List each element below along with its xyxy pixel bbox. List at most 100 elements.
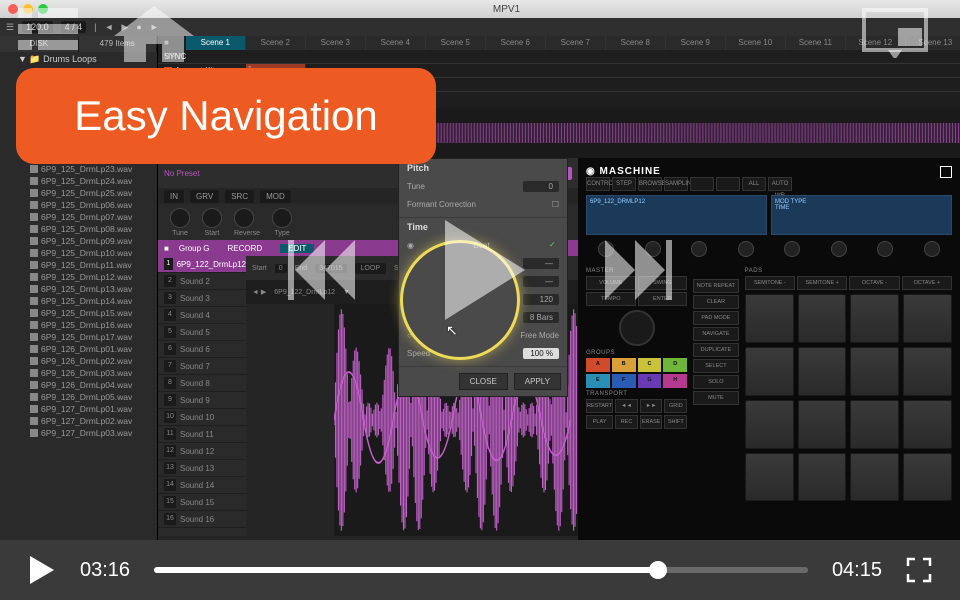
hw-pad[interactable] [798, 294, 847, 343]
file-row[interactable]: 6P9_126_DrmLp01.wav [0, 343, 157, 355]
file-row[interactable]: 6P9_125_DrmLp11.wav [0, 259, 157, 271]
sound-row[interactable]: 2Sound 2 [158, 273, 246, 290]
hw-mid-btn[interactable]: MUTE [693, 391, 739, 405]
file-row[interactable]: 6P9_125_DrmLp23.wav [0, 163, 157, 175]
sound-row[interactable]: 7Sound 7 [158, 358, 246, 375]
hw-pad[interactable] [798, 453, 847, 502]
file-row[interactable]: 6P9_125_DrmLp08.wav [0, 223, 157, 235]
hw-top-btn[interactable] [690, 177, 714, 191]
file-row[interactable]: 6P9_126_DrmLp02.wav [0, 355, 157, 367]
close-button[interactable]: CLOSE [459, 373, 508, 390]
file-row[interactable]: 6P9_125_DrmLp24.wav [0, 175, 157, 187]
hw-pad[interactable] [745, 294, 794, 343]
hw-knob[interactable] [924, 241, 940, 257]
hw-mid-btn[interactable]: CLEAR [693, 295, 739, 309]
hw-top-btn[interactable]: STEP [612, 177, 636, 191]
speed-value[interactable]: 100 % [523, 348, 559, 359]
tab-grv[interactable]: GRV [190, 190, 219, 203]
hw-top-btn[interactable]: AUTO WR [768, 177, 792, 191]
file-row[interactable]: 6P9_125_DrmLp12.wav [0, 271, 157, 283]
sound-row[interactable]: 4Sound 4 [158, 307, 246, 324]
progress-thumb[interactable] [649, 561, 667, 579]
play-button[interactable] [28, 554, 56, 586]
hw-top-btn[interactable]: CONTROL [586, 177, 610, 191]
fullscreen-button[interactable] [906, 557, 932, 583]
knob-start[interactable]: Start [202, 208, 222, 237]
hw-transport-btn[interactable]: ◄◄ [615, 399, 638, 413]
sound-row[interactable]: 16P9_122_DrmLp12 [158, 256, 246, 273]
hw-mid-btn[interactable]: SOLO [693, 375, 739, 389]
apply-button[interactable]: APPLY [514, 373, 561, 390]
sound-row[interactable]: 11Sound 11 [158, 426, 246, 443]
tab-src[interactable]: SRC [225, 190, 254, 203]
sound-row[interactable]: 16Sound 16 [158, 511, 246, 528]
hw-mid-btn[interactable]: NOTE REPEAT [693, 279, 739, 293]
hw-top-btn[interactable]: ALL [742, 177, 766, 191]
hw-knob[interactable] [877, 241, 893, 257]
hw-pad[interactable] [798, 400, 847, 449]
file-row[interactable]: 6P9_125_DrmLp09.wav [0, 235, 157, 247]
file-row[interactable]: 6P9_127_DrmLp03.wav [0, 427, 157, 439]
nav-list-icon[interactable] [8, 2, 88, 58]
formant-checkbox[interactable]: ☐ [552, 200, 559, 209]
hw-mid-btn[interactable]: PAD MODE [693, 311, 739, 325]
sound-row[interactable]: 3Sound 3 [158, 290, 246, 307]
hw-group-btn[interactable]: A [586, 358, 610, 372]
hw-knob[interactable] [831, 241, 847, 257]
file-row[interactable]: 6P9_125_DrmLp16.wav [0, 319, 157, 331]
file-row[interactable]: 6P9_125_DrmLp14.wav [0, 295, 157, 307]
hw-transport-btn[interactable]: PLAY [586, 415, 613, 429]
hw-knob[interactable] [738, 241, 754, 257]
hw-pad[interactable] [850, 453, 899, 502]
hw-group-btn[interactable]: F [612, 374, 636, 388]
file-row[interactable]: 6P9_125_DrmLp06.wav [0, 199, 157, 211]
sound-row[interactable]: 15Sound 15 [158, 494, 246, 511]
hw-group-btn[interactable]: E [586, 374, 610, 388]
nav-home-icon[interactable] [104, 2, 204, 68]
forward-button[interactable] [590, 225, 680, 315]
hw-group-btn[interactable]: D [663, 358, 687, 372]
sound-row[interactable]: 14Sound 14 [158, 477, 246, 494]
hw-pad[interactable] [903, 294, 952, 343]
sound-row[interactable]: 13Sound 13 [158, 460, 246, 477]
sound-row[interactable]: 6Sound 6 [158, 341, 246, 358]
knob-reverse[interactable]: Reverse [234, 208, 260, 237]
hw-transport-btn[interactable]: ►► [640, 399, 663, 413]
hw-top-btn[interactable] [716, 177, 740, 191]
hw-pad[interactable] [850, 294, 899, 343]
hw-pad[interactable] [850, 347, 899, 396]
sound-row[interactable]: 8Sound 8 [158, 375, 246, 392]
hw-knob[interactable] [784, 241, 800, 257]
preset-label[interactable]: No Preset [164, 169, 200, 178]
play-large-button[interactable] [410, 200, 550, 340]
hw-group-btn[interactable]: B [612, 358, 636, 372]
hw-group-btn[interactable]: G [638, 374, 662, 388]
file-row[interactable]: 6P9_126_DrmLp03.wav [0, 367, 157, 379]
tab-in[interactable]: IN [164, 190, 184, 203]
knob-tune[interactable]: Tune [170, 208, 190, 237]
hw-pad[interactable] [745, 453, 794, 502]
sound-row[interactable]: 5Sound 5 [158, 324, 246, 341]
hw-mid-btn[interactable]: NAVIGATE [693, 327, 739, 341]
hw-transport-btn[interactable]: ERASE [640, 415, 663, 429]
file-row[interactable]: 6P9_125_DrmLp10.wav [0, 247, 157, 259]
hw-mid-btn[interactable]: SELECT [693, 359, 739, 373]
hw-transport-btn[interactable]: GRID [664, 399, 687, 413]
file-row[interactable]: 6P9_125_DrmLp13.wav [0, 283, 157, 295]
record-tab[interactable]: RECORD [220, 244, 271, 253]
hw-pad[interactable] [798, 347, 847, 396]
tab-mod[interactable]: MOD [260, 190, 291, 203]
hw-pad[interactable] [903, 347, 952, 396]
sound-row[interactable]: 9Sound 9 [158, 392, 246, 409]
sound-row[interactable]: 10Sound 10 [158, 409, 246, 426]
tune-value[interactable]: 0 [523, 181, 559, 192]
sound-row[interactable]: 12Sound 12 [158, 443, 246, 460]
file-row[interactable]: 6P9_125_DrmLp15.wav [0, 307, 157, 319]
hw-pad[interactable] [745, 347, 794, 396]
hw-pad[interactable] [850, 400, 899, 449]
hw-top-btn[interactable]: SAMPLING [664, 177, 688, 191]
hw-mid-btn[interactable]: DUPLICATE [693, 343, 739, 357]
hw-group-btn[interactable]: H [663, 374, 687, 388]
file-row[interactable]: 6P9_126_DrmLp05.wav [0, 391, 157, 403]
progress-bar[interactable] [154, 567, 808, 573]
